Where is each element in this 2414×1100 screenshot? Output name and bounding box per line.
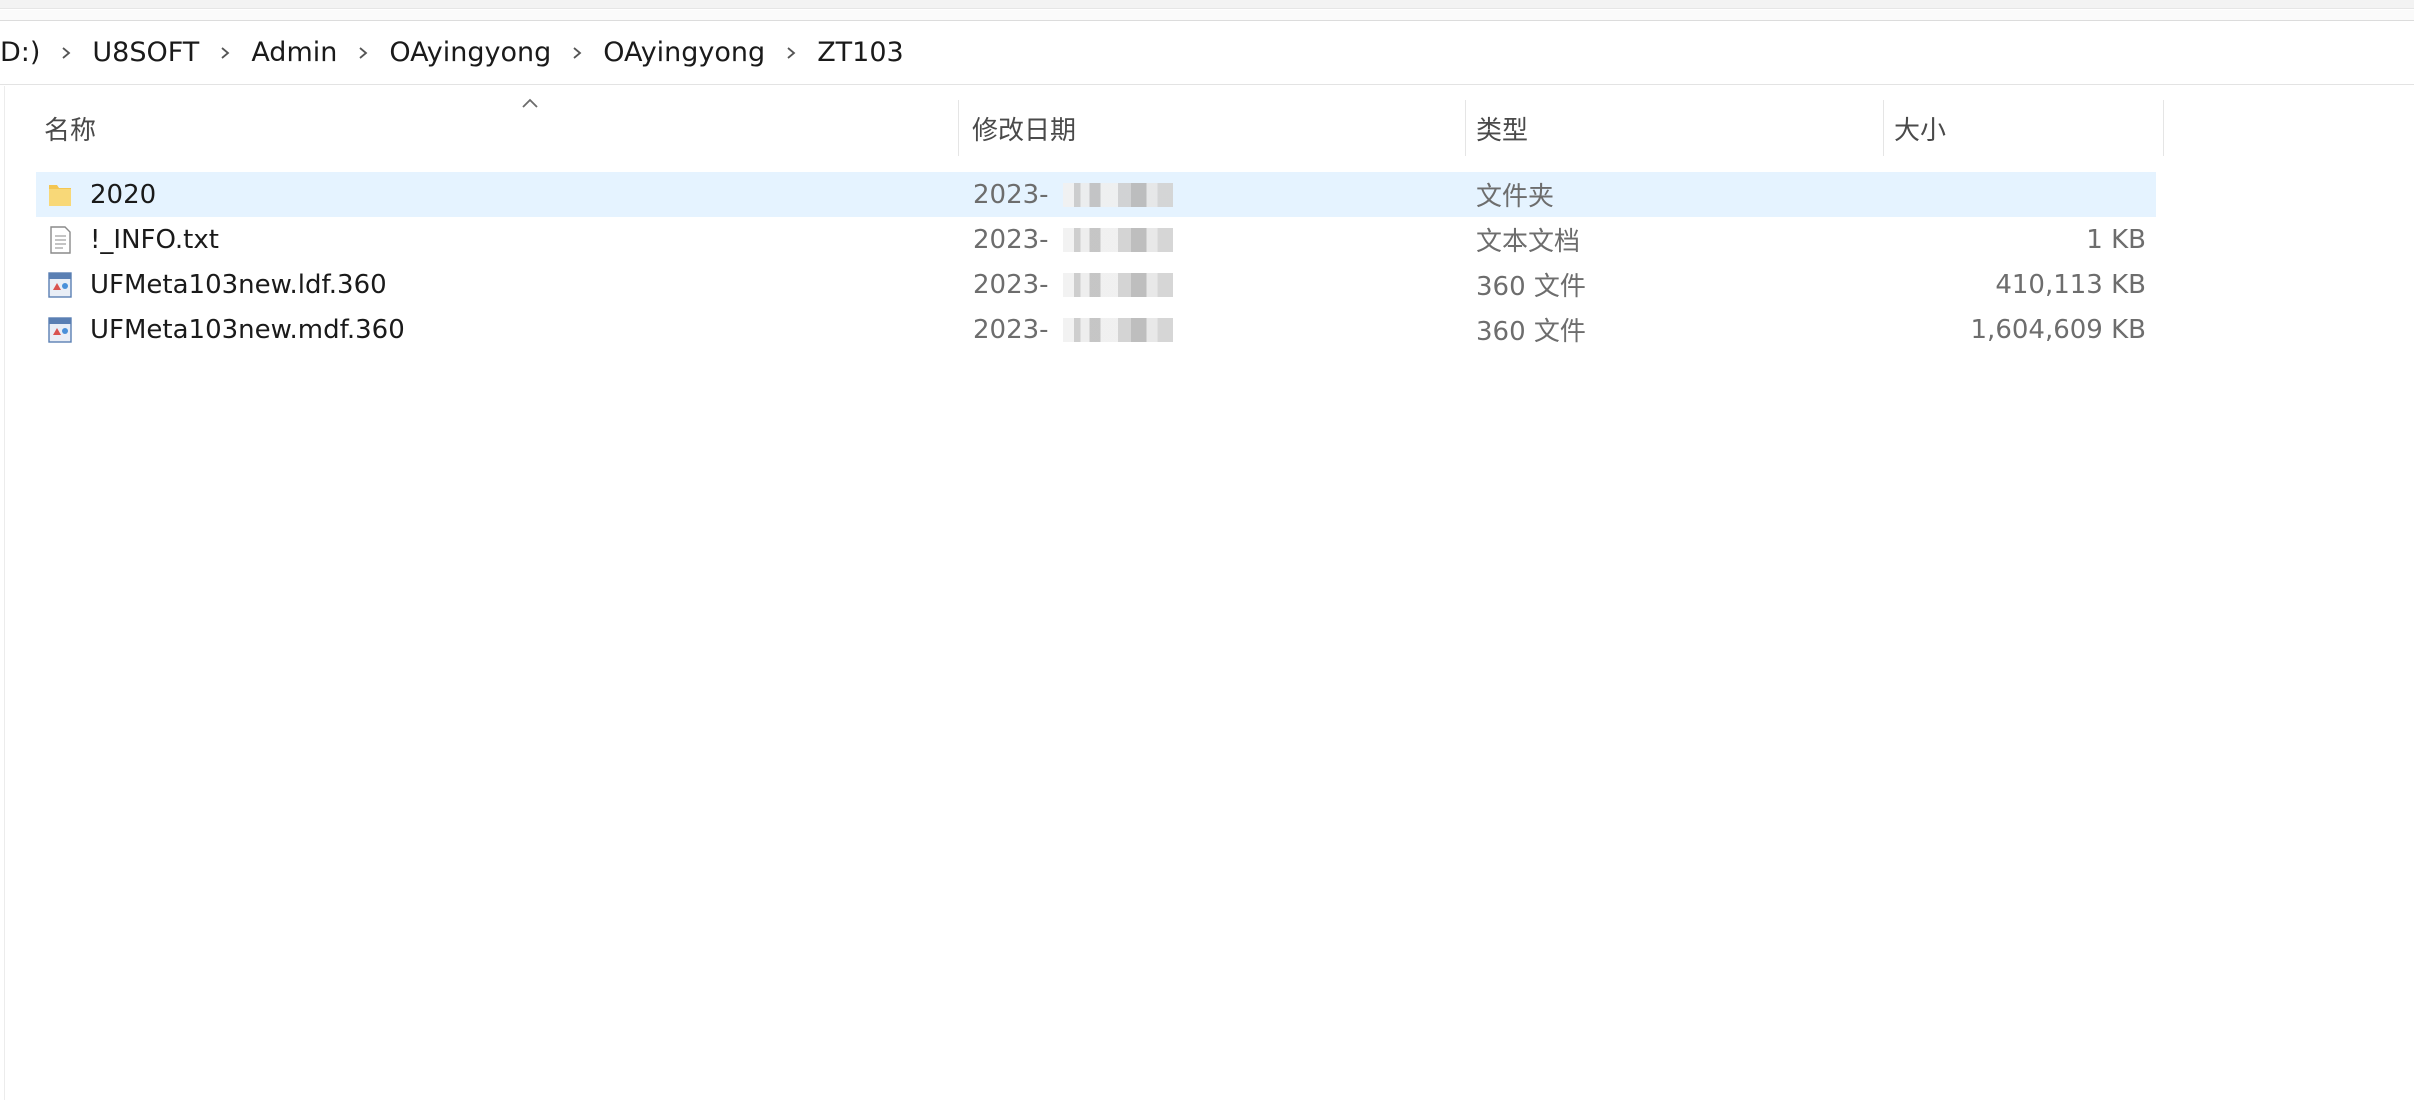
- breadcrumb-zt103[interactable]: ZT103: [809, 33, 912, 72]
- text-file-icon: [46, 225, 74, 255]
- file-row-mdf[interactable]: UFMeta103new.mdf.360 2023- 360 文件 1,604,…: [36, 307, 2156, 352]
- chevron-right-icon[interactable]: [559, 38, 595, 68]
- sort-ascending-icon: [522, 98, 538, 108]
- column-header-name[interactable]: 名称: [34, 96, 959, 160]
- window-top-strip: [0, 0, 2414, 9]
- redacted-date: [1062, 182, 1173, 207]
- file-row-ldf[interactable]: UFMeta103new.ldf.360 2023- 360 文件 410,11…: [36, 262, 2156, 307]
- file-date-cell: 2023-: [973, 262, 1453, 307]
- file-size: 1,604,609 KB: [1970, 314, 2146, 345]
- breadcrumb-admin[interactable]: Admin: [243, 33, 345, 72]
- file-type: 360 文件: [1476, 272, 1586, 302]
- file-date: 2023-: [973, 179, 1049, 210]
- file-size: 410,113 KB: [1995, 269, 2146, 300]
- toolbar-edge: [0, 10, 2414, 21]
- file-date: 2023-: [973, 224, 1049, 255]
- chevron-right-icon[interactable]: [48, 38, 84, 68]
- column-divider[interactable]: [2163, 100, 2164, 156]
- redacted-date: [1062, 272, 1173, 297]
- folder-icon: [46, 180, 74, 210]
- file-date: 2023-: [973, 314, 1049, 345]
- file-type: 360 文件: [1476, 317, 1586, 347]
- column-header-type-label: 类型: [1476, 115, 1529, 146]
- file-name: !_INFO.txt: [90, 224, 219, 255]
- file-name: UFMeta103new.mdf.360: [90, 314, 405, 345]
- file-date-cell: 2023-: [973, 307, 1453, 352]
- file-row-2020[interactable]: 2020 2023- 文件夹: [36, 172, 2156, 217]
- breadcrumb-drive[interactable]: D:): [0, 33, 48, 72]
- file-name-cell: UFMeta103new.ldf.360: [46, 262, 946, 307]
- column-header-size-label: 大小: [1894, 115, 1947, 146]
- redacted-date: [1062, 317, 1173, 342]
- column-header-name-label: 名称: [44, 115, 97, 146]
- breadcrumb-oayingyong-2[interactable]: OAyingyong: [595, 33, 773, 72]
- column-header-type[interactable]: 类型: [1466, 96, 1884, 160]
- file-name-cell: 2020: [46, 172, 946, 217]
- file-type: 文本文档: [1476, 227, 1581, 257]
- breadcrumb-u8soft[interactable]: U8SOFT: [84, 33, 207, 72]
- file-date: 2023-: [973, 269, 1049, 300]
- column-header-row: 名称 修改日期 类型 大小: [0, 96, 2164, 160]
- address-bar[interactable]: D:) U8SOFT Admin OAyingyong OAyingyong Z…: [0, 21, 2414, 85]
- column-header-size[interactable]: 大小: [1884, 96, 2164, 160]
- file-type: 文件夹: [1476, 182, 1555, 212]
- file-date-cell: 2023-: [973, 172, 1453, 217]
- file-size: [1886, 172, 2146, 217]
- column-divider[interactable]: [958, 100, 959, 156]
- file-360-icon: [46, 315, 74, 345]
- column-header-date[interactable]: 修改日期: [962, 96, 1466, 160]
- chevron-right-icon[interactable]: [773, 38, 809, 68]
- file-name-cell: !_INFO.txt: [46, 217, 946, 262]
- file-name: 2020: [90, 179, 157, 210]
- breadcrumb-oayingyong[interactable]: OAyingyong: [381, 33, 559, 72]
- file-name-cell: UFMeta103new.mdf.360: [46, 307, 946, 352]
- pane-divider: [4, 86, 5, 1100]
- chevron-right-icon[interactable]: [345, 38, 381, 68]
- column-header-date-label: 修改日期: [972, 115, 1077, 146]
- redacted-date: [1062, 227, 1173, 252]
- file-row-info-txt[interactable]: !_INFO.txt 2023- 文本文档 1 KB: [36, 217, 2156, 262]
- file-date-cell: 2023-: [973, 217, 1453, 262]
- file-size: 1 KB: [2086, 224, 2146, 255]
- file-360-icon: [46, 270, 74, 300]
- file-name: UFMeta103new.ldf.360: [90, 269, 387, 300]
- file-list: 2020 2023- 文件夹 !_INFO.txt 2023- 文本文档 1 K…: [36, 172, 2156, 352]
- chevron-right-icon[interactable]: [207, 38, 243, 68]
